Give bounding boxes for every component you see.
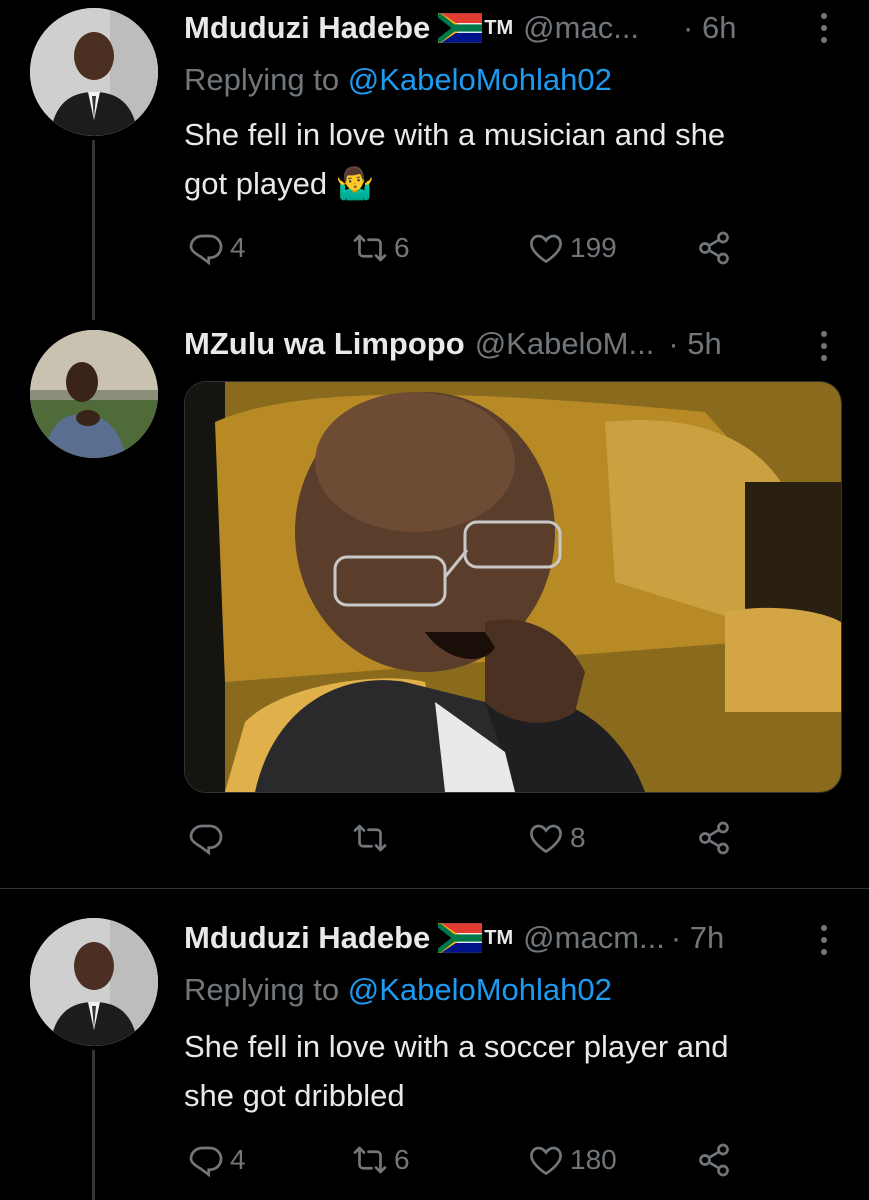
more-options-icon[interactable] [821,922,829,955]
tweet-header: Mduduzi Hadebe TM @mac... · 6h [184,8,869,48]
tweet-3[interactable]: Mduduzi Hadebe TM @macm... · 7h Replying… [0,890,869,1200]
retweet-icon [352,230,388,266]
like-button[interactable]: 180 [528,1142,617,1178]
share-icon [696,1142,732,1178]
tweet-text-line: she got dribbled [184,1078,405,1113]
reply-button[interactable] [188,820,230,856]
action-bar: 4 6 199 [184,230,744,270]
user-handle[interactable]: @KabeloM... [475,326,655,362]
tweet-header: Mduduzi Hadebe TM @macm... · 7h [184,918,869,958]
divider [0,888,869,889]
mention-link[interactable]: @KabeloMohlah02 [348,972,612,1007]
avatar[interactable] [30,918,158,1046]
reply-count: 4 [230,232,246,263]
reply-icon [188,820,224,856]
retweet-icon [352,820,388,856]
reply-icon [188,230,224,266]
tweet-1[interactable]: Mduduzi Hadebe TM @mac... · 6h Replying … [0,0,869,320]
retweet-button[interactable]: 6 [352,230,410,266]
reply-count: 4 [230,1144,246,1175]
retweet-count: 6 [394,232,410,263]
tweet-text-line: got played 🤷‍♂️ [184,166,375,201]
retweet-button[interactable]: 6 [352,1142,410,1178]
timestamp[interactable]: · 5h [668,326,721,362]
tweet-text: She fell in love with a musician and she… [184,110,834,208]
display-name[interactable]: Mduduzi Hadebe [184,10,430,46]
more-options-icon[interactable] [821,10,829,43]
action-bar: 4 6 180 [184,1142,744,1182]
replying-to-label: Replying to [184,62,340,97]
like-button[interactable]: 8 [528,820,586,856]
tweet-text-line: She fell in love with a musician and she [184,117,726,152]
thread-line [92,1050,95,1200]
share-button[interactable] [696,820,732,856]
south-africa-flag-icon [438,13,482,43]
user-handle[interactable]: @mac... [523,10,639,46]
replying-to: Replying to @KabeloMohlah02 [184,62,612,98]
heart-icon [528,230,564,266]
reply-button[interactable]: 4 [188,230,246,266]
thread-line [92,140,95,320]
tm-mark: TM [484,926,514,949]
retweet-count: 6 [394,1144,410,1175]
share-button[interactable] [696,230,732,266]
tweet-header: MZulu wa Limpopo @KabeloM... · 5h [184,324,869,364]
reply-icon [188,1142,224,1178]
action-bar: 8 [184,820,744,860]
tweet-photo[interactable] [184,381,842,793]
tweet-2[interactable]: MZulu wa Limpopo @KabeloM... · 5h 8 [0,320,869,888]
display-name[interactable]: Mduduzi Hadebe [184,920,430,956]
retweet-button[interactable] [352,820,394,856]
heart-icon [528,820,564,856]
avatar[interactable] [30,330,158,458]
replying-to: Replying to @KabeloMohlah02 [184,972,612,1008]
mention-link[interactable]: @KabeloMohlah02 [348,62,612,97]
tm-mark: TM [484,16,514,39]
like-count: 8 [570,822,586,853]
more-options-icon[interactable] [821,328,829,361]
south-africa-flag-icon [438,923,482,953]
heart-icon [528,1142,564,1178]
avatar[interactable] [30,8,158,136]
share-icon [696,820,732,856]
display-name[interactable]: MZulu wa Limpopo [184,326,465,362]
tweet-text-line: She fell in love with a soccer player an… [184,1029,729,1064]
like-count: 180 [570,1144,617,1175]
replying-to-label: Replying to [184,972,340,1007]
reply-button[interactable]: 4 [188,1142,246,1178]
tweet-text: She fell in love with a soccer player an… [184,1022,834,1120]
like-button[interactable]: 199 [528,230,617,266]
timestamp[interactable]: · 6h [683,10,736,46]
share-button[interactable] [696,1142,732,1178]
like-count: 199 [570,232,617,263]
timestamp[interactable]: · 7h [671,920,724,956]
retweet-icon [352,1142,388,1178]
share-icon [696,230,732,266]
user-handle[interactable]: @macm... [523,920,665,956]
